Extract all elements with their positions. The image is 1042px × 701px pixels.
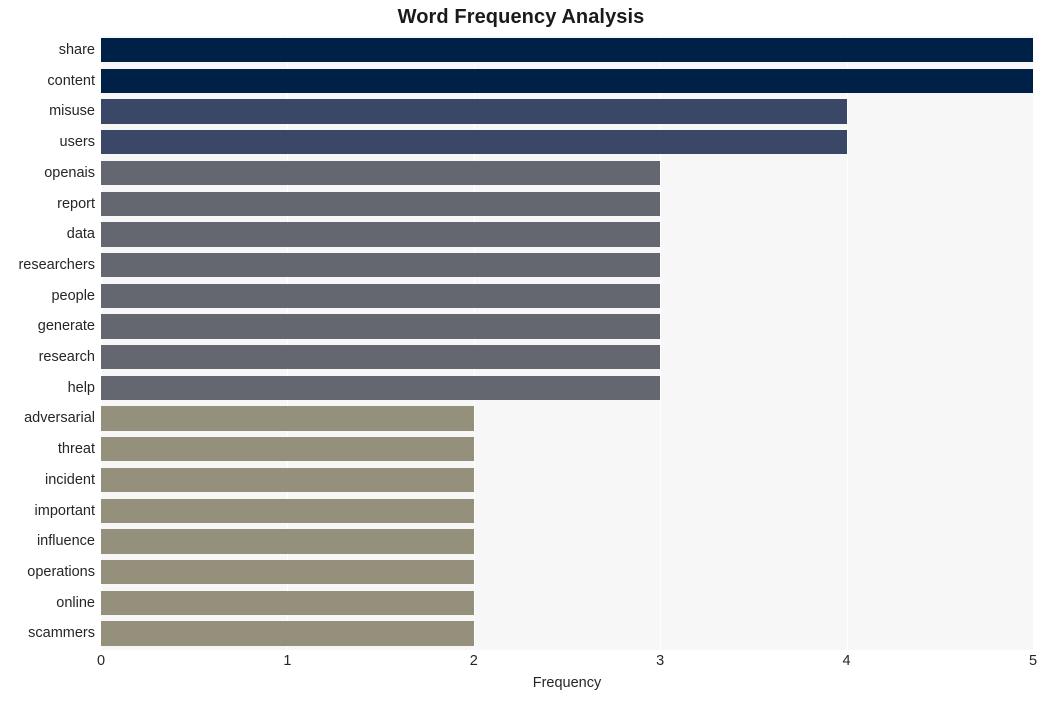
x-axis-tick-labels: 0 1 2 3 4 5 [0,653,1042,675]
chart-title: Word Frequency Analysis [397,6,645,28]
bar-online[interactable] [101,590,474,615]
bars-container [101,36,1033,650]
y-tick-label-researchers: researchers [18,256,95,273]
x-tick-label-1: 1 [283,653,292,669]
bar-adversarial[interactable] [101,406,474,431]
y-tick-label-content: content [47,72,95,89]
bar-scammers[interactable] [101,621,474,646]
bar-row[interactable] [101,159,1033,187]
bar-important[interactable] [101,498,474,523]
gridline-x-5 [1033,36,1034,650]
y-tick-label-operations: operations [27,563,95,580]
bar-generate[interactable] [101,314,661,339]
bar-data[interactable] [101,222,661,247]
y-tick-label-openais: openais [44,164,95,181]
x-tick-label-3: 3 [656,653,665,669]
bar-row[interactable] [101,220,1033,248]
y-tick-label-generate: generate [37,318,95,335]
y-tick-label-threat: threat [57,441,95,458]
x-tick-label-0: 0 [96,653,106,669]
x-tick-label-2: 2 [469,653,478,669]
x-tick-label-4: 4 [842,653,851,669]
bar-help[interactable] [101,375,661,401]
y-tick-label-adversarial: adversarial [24,410,95,427]
bar-researchers[interactable] [101,252,661,278]
bar-row[interactable] [101,558,1033,586]
y-tick-label-incident: incident [45,471,95,488]
bar-row[interactable] [101,251,1033,279]
y-tick-label-data: data [66,226,95,243]
bar-row[interactable] [101,435,1033,463]
bar-incident[interactable] [101,467,474,493]
bar-threat[interactable] [101,437,474,462]
plot-area [101,36,1034,650]
bar-row[interactable] [101,497,1033,525]
bar-report[interactable] [101,191,661,216]
y-tick-label-users: users [59,134,95,151]
x-axis-title: Frequency [532,675,602,691]
bar-row[interactable] [101,527,1033,555]
bar-row[interactable] [101,466,1033,494]
bar-misuse[interactable] [101,99,847,124]
bar-row[interactable] [101,404,1033,432]
y-tick-label-scammers: scammers [28,625,95,642]
bar-row[interactable] [101,36,1033,64]
bar-row[interactable] [101,619,1033,647]
bar-openais[interactable] [101,160,661,186]
y-tick-label-people: people [51,287,95,304]
y-tick-label-research: research [38,349,95,365]
bar-research[interactable] [101,345,661,370]
word-frequency-chart-figure: Word Frequency Analysis share content misu… [0,0,1042,701]
bar-people[interactable] [101,283,661,308]
bar-operations[interactable] [101,559,474,585]
bar-row[interactable] [101,589,1033,617]
y-tick-label-influence: influence [36,533,95,550]
bar-row[interactable] [101,67,1033,95]
bar-row[interactable] [101,97,1033,125]
y-tick-label-help: help [67,379,95,396]
bar-content[interactable] [101,68,1033,94]
y-axis-tick-labels: share content misuse users openais report data… [0,36,95,650]
x-tick-label-5: 5 [1028,653,1038,669]
bar-influence[interactable] [101,529,474,554]
y-tick-label-share: share [58,42,95,58]
y-tick-label-report: report [57,195,95,212]
bar-users[interactable] [101,130,847,155]
bar-row[interactable] [101,190,1033,218]
y-tick-label-important: important [34,502,95,519]
bar-row[interactable] [101,128,1033,156]
bar-row[interactable] [101,282,1033,310]
bar-share[interactable] [101,38,1033,63]
y-tick-label-misuse: misuse [49,103,95,120]
y-tick-label-online: online [56,594,95,611]
bar-row[interactable] [101,343,1033,371]
bar-row[interactable] [101,312,1033,340]
bar-row[interactable] [101,374,1033,402]
